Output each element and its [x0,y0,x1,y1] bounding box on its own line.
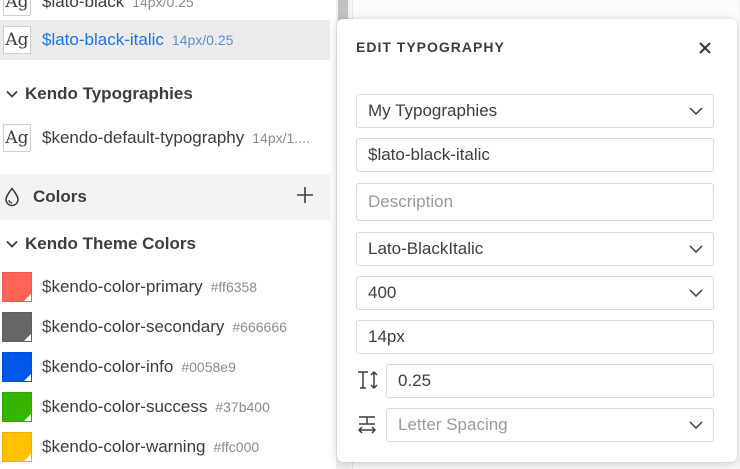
typography-preview-icon: Ag [3,26,31,54]
typography-meta: 14px/0.25 [171,32,234,48]
line-height-value: 0.25 [398,371,432,390]
chevron-down-icon[interactable] [6,88,18,100]
color-swatch[interactable] [2,392,32,422]
color-item[interactable]: $kendo-color-info #0058e9 [0,347,330,387]
letter-spacing-placeholder: Letter Spacing [398,415,508,434]
group-title: Kendo Theme Colors [25,234,196,253]
app-window: Ag $lato-black 14px/0.25 Ag $lato-black-… [0,0,740,469]
font-weight-dropdown[interactable]: 400 [356,276,714,310]
edit-typography-dialog: EDIT TYPOGRAPHY My Typographies $lato-bl… [337,19,737,462]
color-swatch[interactable] [2,272,32,302]
typography-item-selected[interactable]: Ag $lato-black-italic 14px/0.25 [0,20,330,60]
typography-preview-icon: Ag [3,0,31,16]
typography-item[interactable]: Ag $lato-black 14px/0.25 [0,0,330,22]
color-hex: #666666 [232,319,287,335]
description-placeholder: Description [368,192,454,211]
typography-meta: 14px/0.25 [132,0,194,10]
chevron-down-icon [689,420,703,430]
typography-item[interactable]: Ag $kendo-default-typography 14px/1.... [0,118,330,158]
line-height-icon [356,369,378,391]
dialog-title: EDIT TYPOGRAPHY [356,39,505,55]
color-item[interactable]: $kendo-color-primary #ff6358 [0,267,330,307]
color-swatch[interactable] [2,312,32,342]
color-swatch[interactable] [2,432,32,462]
colors-title: Colors [33,187,87,206]
close-icon[interactable] [697,40,713,56]
typography-name: $lato-black-italic [42,30,164,49]
color-hex: #ffc000 [213,439,260,455]
color-item[interactable]: $kendo-color-warning #ffc000 [0,427,330,467]
font-weight-value: 400 [368,283,397,302]
typography-meta: 14px/1.... [252,130,310,146]
plus-icon[interactable] [294,184,316,206]
color-name: $kendo-color-warning [42,437,206,456]
letter-spacing-icon [356,413,378,435]
font-size-value: 14px [368,327,405,346]
colors-section-header[interactable]: Colors [0,174,330,220]
kendo-theme-colors-group-header[interactable]: Kendo Theme Colors [0,227,330,261]
color-name: $kendo-color-info [42,357,174,376]
color-name: $kendo-color-success [42,397,208,416]
typography-name-input[interactable]: $lato-black-italic [356,138,714,172]
description-input[interactable]: Description [356,183,714,221]
collection-value: My Typographies [368,101,498,120]
color-swatch[interactable] [2,352,32,382]
letter-spacing-dropdown[interactable]: Letter Spacing [386,408,714,442]
color-hex: #ff6358 [210,279,258,295]
name-value: $lato-black-italic [368,145,490,164]
typography-name: $lato-black [42,0,125,11]
group-title: Kendo Typographies [25,84,193,103]
color-hex: #37b400 [215,399,270,415]
chevron-down-icon [689,106,703,116]
line-height-input[interactable]: 0.25 [386,364,714,398]
color-item[interactable]: $kendo-color-success #37b400 [0,387,330,427]
typography-preview-icon: Ag [3,124,31,152]
droplet-icon [4,187,20,207]
chevron-down-icon [689,288,703,298]
kendo-typographies-group-header[interactable]: Kendo Typographies [0,77,330,111]
design-tokens-panel: Ag $lato-black 14px/0.25 Ag $lato-black-… [0,0,330,469]
font-family-value: Lato-BlackItalic [368,239,484,258]
typography-name: $kendo-default-typography [42,128,245,147]
chevron-down-icon[interactable] [6,238,18,250]
typography-collection-dropdown[interactable]: My Typographies [356,94,714,128]
font-size-input[interactable]: 14px [356,320,714,354]
chevron-down-icon [689,244,703,254]
color-name: $kendo-color-secondary [42,317,225,336]
color-item[interactable]: $kendo-color-secondary #666666 [0,307,330,347]
color-hex: #0058e9 [181,359,236,375]
color-name: $kendo-color-primary [42,277,203,296]
font-family-dropdown[interactable]: Lato-BlackItalic [356,232,714,266]
